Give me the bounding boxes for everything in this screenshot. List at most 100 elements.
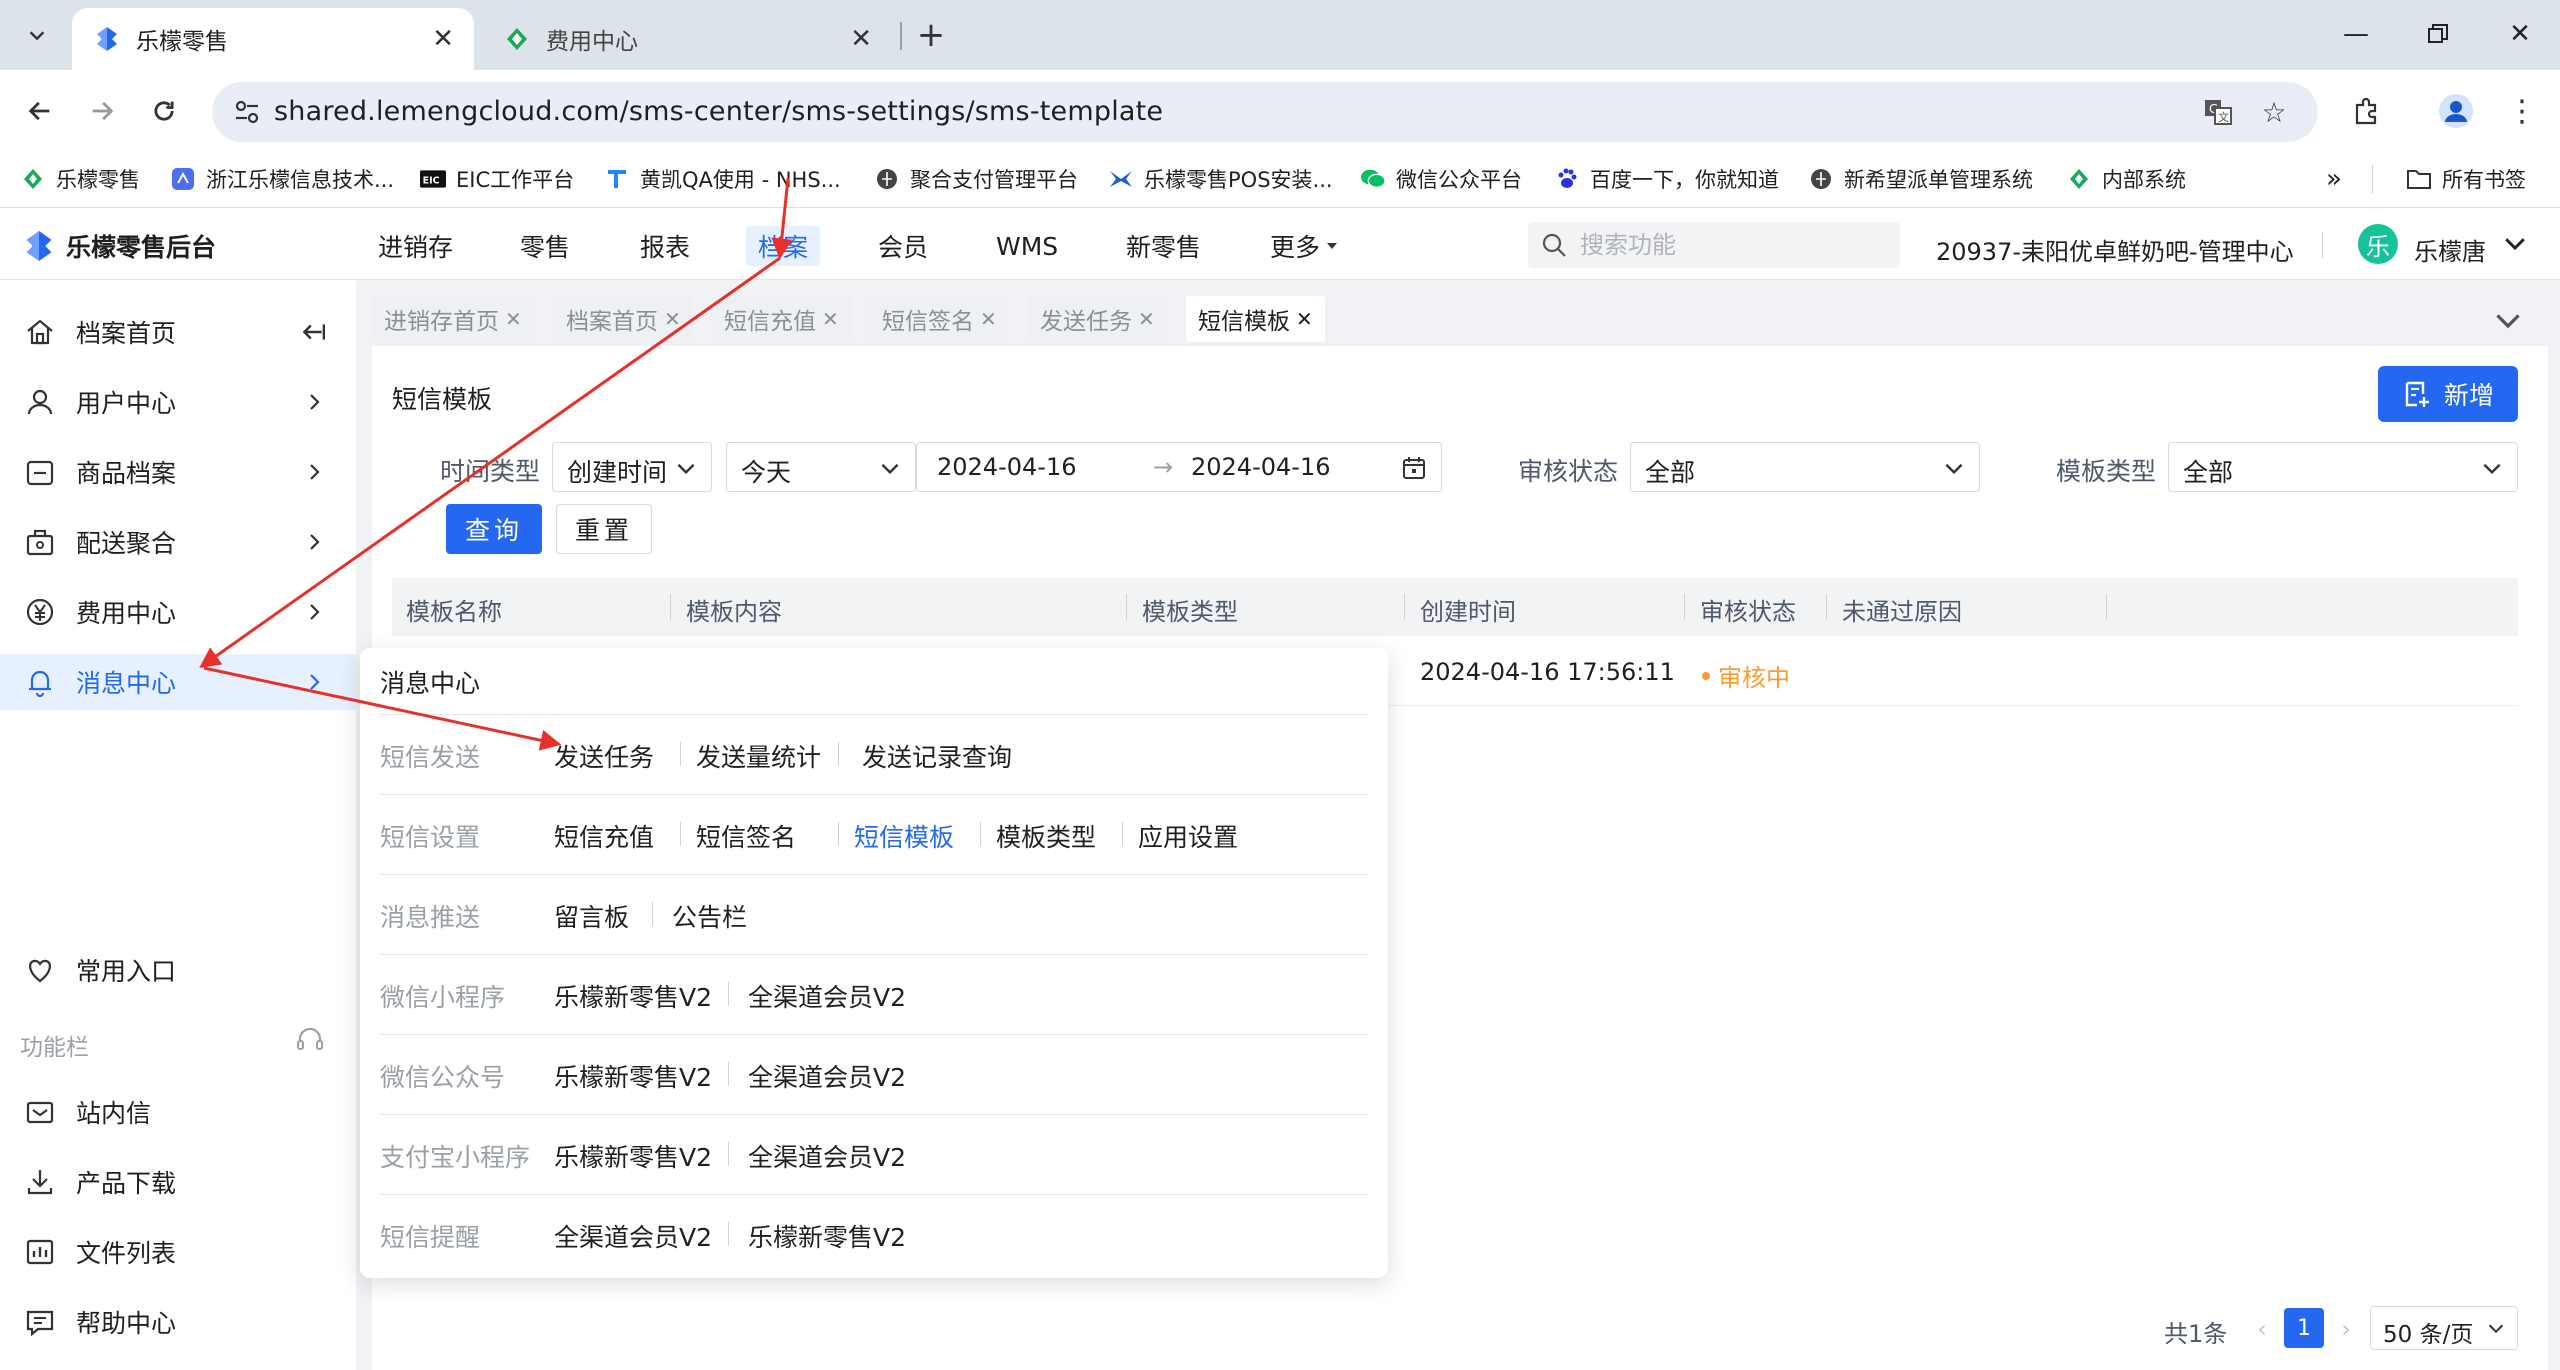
sidebar-tool-inbox[interactable]: 站内信 — [0, 1084, 356, 1140]
flyout-link-wx-oa-retail[interactable]: 乐檬新零售V2 — [554, 1058, 712, 1094]
translate-icon[interactable]: G文 — [2202, 96, 2234, 128]
bookmark-item[interactable]: 黄凯QA使用 - NHS... — [604, 162, 841, 196]
next-page-icon[interactable]: › — [2334, 1314, 2358, 1344]
sidebar-item-product-archive[interactable]: 商品档案 — [0, 444, 356, 500]
tag-inventory-home[interactable]: 进销存首页 ✕ — [372, 296, 534, 342]
calendar-icon[interactable] — [1401, 455, 1427, 481]
prev-page-icon[interactable]: ‹ — [2250, 1314, 2274, 1344]
tab-close-icon[interactable]: ✕ — [432, 24, 454, 54]
page-size-select[interactable]: 50 条/页 — [2370, 1306, 2518, 1350]
store-name[interactable]: 20937-耒阳优卓鲜奶吧-管理中心 — [1936, 232, 2294, 267]
new-tab-button[interactable]: + — [910, 14, 952, 56]
flyout-link-sms-template[interactable]: 短信模板 — [838, 818, 954, 854]
sidebar-tool-files[interactable]: 文件列表 — [0, 1224, 356, 1280]
flyout-link-message-board[interactable]: 留言板 — [554, 898, 629, 934]
bookmark-item[interactable]: 百度一下，你就知道 — [1554, 162, 1779, 196]
restore-button[interactable] — [2408, 12, 2468, 56]
date-range-picker[interactable]: 2024-04-16 → 2024-04-16 — [916, 442, 1442, 492]
sidebar-item-archive-home[interactable]: 档案首页 — [0, 304, 356, 360]
sidebar-tool-download[interactable]: 产品下载 — [0, 1154, 356, 1210]
topnav-retail[interactable]: 零售 — [508, 226, 582, 266]
address-bar[interactable]: shared.lemengcloud.com/sms-center/sms-se… — [212, 82, 2318, 142]
browser-tab-lemeng[interactable]: 乐檬零售 ✕ — [72, 8, 474, 70]
user-name[interactable]: 乐檬唐 — [2414, 232, 2486, 267]
extensions-icon[interactable] — [2344, 89, 2388, 133]
browser-tab-fee[interactable]: 费用中心 ✕ — [482, 8, 892, 70]
flyout-link-sms-signature[interactable]: 短信签名 — [696, 818, 796, 854]
flyout-link-wx-mini-member[interactable]: 全渠道会员V2 — [748, 978, 906, 1014]
add-template-button[interactable]: 新增 — [2378, 366, 2518, 422]
minimize-button[interactable]: — — [2326, 12, 2386, 56]
close-icon[interactable]: ✕ — [1296, 307, 1313, 331]
topnav-reports[interactable]: 报表 — [628, 226, 702, 266]
flyout-link-template-type[interactable]: 模板类型 — [980, 818, 1096, 854]
topnav-member[interactable]: 会员 — [866, 226, 940, 266]
flyout-link-alipay-retail[interactable]: 乐檬新零售V2 — [554, 1138, 712, 1174]
bookmark-item[interactable]: 微信公众平台 — [1360, 162, 1522, 196]
profile-icon[interactable] — [2434, 89, 2478, 133]
sidebar-tool-help[interactable]: 帮助中心 — [0, 1294, 356, 1350]
close-icon[interactable]: ✕ — [822, 307, 839, 331]
flyout-link-sms-recharge[interactable]: 短信充值 — [554, 818, 654, 854]
topnav-more[interactable]: 更多 — [1258, 226, 1352, 266]
period-select[interactable]: 今天 — [726, 442, 916, 492]
close-icon[interactable]: ✕ — [505, 307, 522, 331]
bookmark-item[interactable]: 新希望派单管理系统 — [1808, 162, 2033, 196]
flyout-link-bulletin[interactable]: 公告栏 — [672, 898, 747, 934]
flyout-link-app-settings[interactable]: 应用设置 — [1122, 818, 1238, 854]
bookmarks-overflow-icon[interactable]: » — [2326, 162, 2342, 196]
back-button[interactable] — [18, 89, 62, 133]
site-settings-icon[interactable] — [232, 97, 262, 127]
flyout-link-remind-retail[interactable]: 乐檬新零售V2 — [748, 1218, 906, 1254]
collapse-sidebar-icon[interactable] — [300, 319, 326, 345]
bookmark-item[interactable]: 乐檬零售POS安装... — [1108, 162, 1333, 196]
chevron-down-icon[interactable] — [2500, 228, 2530, 258]
flyout-link-send-records[interactable]: 发送记录查询 — [862, 738, 1012, 774]
flyout-link-remind-member[interactable]: 全渠道会员V2 — [554, 1218, 712, 1254]
flyout-link-send-task[interactable]: 发送任务 — [554, 738, 654, 774]
bookmark-item[interactable]: 内部系统 — [2066, 162, 2186, 196]
sidebar-common-entry[interactable]: 常用入口 — [0, 942, 356, 998]
chevron-down-icon[interactable] — [2490, 302, 2526, 338]
sidebar-item-message-center[interactable]: 消息中心 — [0, 654, 356, 710]
tab-close-icon[interactable]: ✕ — [850, 24, 872, 54]
reset-button[interactable]: 重置 — [556, 504, 652, 554]
headset-icon[interactable] — [294, 1024, 326, 1056]
tag-sms-template[interactable]: 短信模板 ✕ — [1186, 296, 1325, 342]
forward-button[interactable] — [80, 89, 124, 133]
bookmark-item[interactable]: EIC EIC工作平台 — [420, 162, 574, 196]
close-window-button[interactable]: ✕ — [2490, 12, 2550, 56]
page-number-button[interactable]: 1 — [2284, 1308, 2324, 1348]
browser-menu-icon[interactable]: ⋮ — [2500, 89, 2544, 133]
flyout-link-send-stats[interactable]: 发送量统计 — [696, 738, 821, 774]
avatar[interactable]: 乐 — [2358, 224, 2398, 264]
topnav-inventory[interactable]: 进销存 — [366, 226, 465, 266]
tag-sms-recharge[interactable]: 短信充值 ✕ — [712, 296, 851, 342]
close-icon[interactable]: ✕ — [980, 307, 997, 331]
reload-button[interactable] — [142, 89, 186, 133]
close-icon[interactable]: ✕ — [1138, 307, 1155, 331]
all-bookmarks[interactable]: 所有书签 — [2406, 162, 2526, 196]
bookmark-item[interactable]: 乐檬零售 — [20, 162, 140, 196]
tab-search-button[interactable] — [14, 14, 60, 56]
time-type-select[interactable]: 创建时间 — [552, 442, 712, 492]
sidebar-item-delivery[interactable]: 配送聚合 — [0, 514, 356, 570]
sidebar-item-fee-center[interactable]: 费用中心 — [0, 584, 356, 640]
function-search-input[interactable] — [1580, 228, 1880, 262]
tag-send-task[interactable]: 发送任务 ✕ — [1028, 296, 1167, 342]
bookmark-star-icon[interactable]: ☆ — [2258, 96, 2290, 129]
query-button[interactable]: 查询 — [446, 504, 542, 554]
bookmark-item[interactable]: 聚合支付管理平台 — [874, 162, 1078, 196]
flyout-link-wx-mini-retail[interactable]: 乐檬新零售V2 — [554, 978, 712, 1014]
tag-archive-home[interactable]: 档案首页 ✕ — [554, 296, 693, 342]
tag-sms-signature[interactable]: 短信签名 ✕ — [870, 296, 1009, 342]
topnav-archive[interactable]: 档案 — [746, 226, 821, 266]
bookmark-item[interactable]: 浙江乐檬信息技术... — [170, 162, 394, 196]
date-end[interactable]: 2024-04-16 — [1191, 453, 1330, 481]
flyout-link-alipay-member[interactable]: 全渠道会员V2 — [748, 1138, 906, 1174]
sidebar-item-user-center[interactable]: 用户中心 — [0, 374, 356, 430]
topnav-new-retail[interactable]: 新零售 — [1114, 226, 1213, 266]
topnav-wms[interactable]: WMS — [984, 226, 1070, 266]
brand[interactable]: 乐檬零售后台 — [24, 228, 216, 264]
function-search[interactable] — [1528, 222, 1900, 268]
